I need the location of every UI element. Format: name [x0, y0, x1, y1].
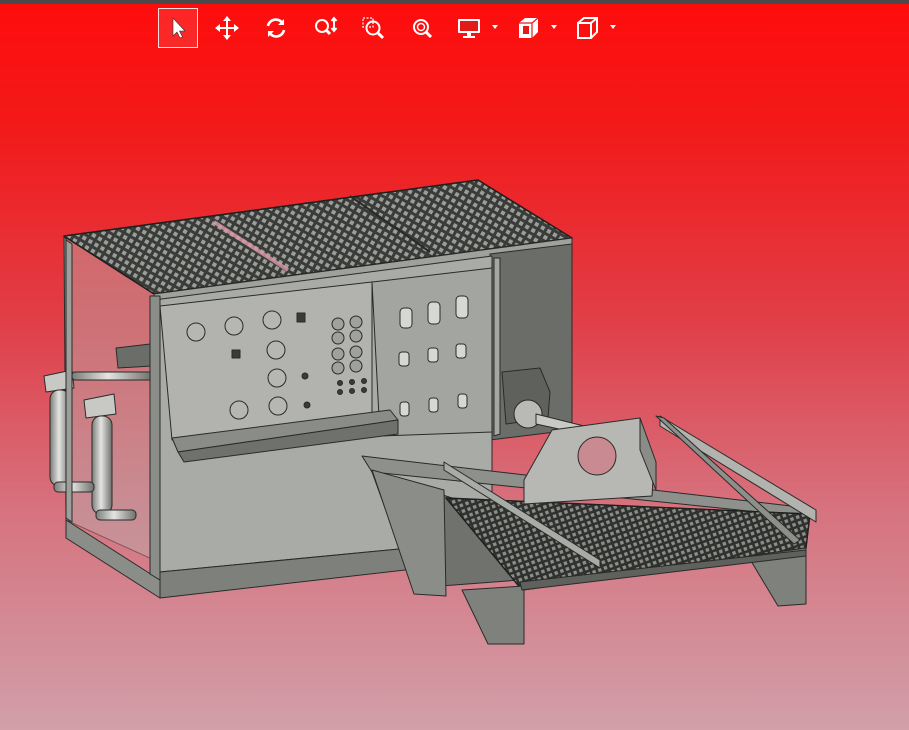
3d-model-viewport[interactable] — [0, 0, 909, 730]
test-bench-model — [43, 179, 817, 645]
